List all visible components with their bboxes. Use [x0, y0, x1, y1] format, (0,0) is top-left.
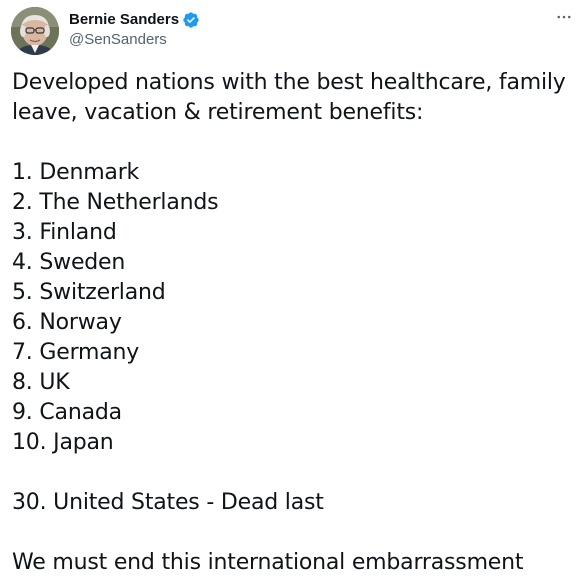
- avatar[interactable]: [11, 7, 59, 55]
- tweet-header: Bernie Sanders @SenSanders: [11, 7, 576, 55]
- handle[interactable]: @SenSanders: [69, 30, 200, 50]
- author-info: Bernie Sanders @SenSanders: [69, 10, 200, 50]
- tweet-closing: We must end this international embarrass…: [12, 550, 524, 575]
- name-row: Bernie Sanders: [69, 10, 200, 30]
- ranking-list: 1. Denmark 2. The Netherlands 3. Finland…: [12, 158, 575, 458]
- list-item: 4. Sweden: [12, 250, 126, 275]
- avatar-portrait-icon: [11, 7, 59, 55]
- list-item: 8. UK: [12, 370, 70, 395]
- list-item: 2. The Netherlands: [12, 190, 219, 215]
- tweet-intro: Developed nations with the best healthca…: [12, 70, 566, 125]
- list-item: 1. Denmark: [12, 160, 140, 185]
- more-options-button[interactable]: [552, 5, 576, 29]
- tweet-card: Bernie Sanders @SenSanders Developed nat…: [0, 0, 587, 586]
- list-item: 5. Switzerland: [12, 280, 166, 305]
- list-item: 9. Canada: [12, 400, 122, 425]
- verified-badge-icon: [182, 11, 200, 29]
- list-item: 10. Japan: [12, 430, 114, 455]
- list-item: 3. Finland: [12, 220, 117, 245]
- us-ranking-line: 30. United States - Dead last: [12, 490, 324, 515]
- list-item: 6. Norway: [12, 310, 122, 335]
- tweet-text: Developed nations with the best healthca…: [12, 68, 575, 578]
- display-name[interactable]: Bernie Sanders: [69, 10, 179, 30]
- list-item: 7. Germany: [12, 340, 140, 365]
- more-horizontal-icon: [557, 15, 571, 19]
